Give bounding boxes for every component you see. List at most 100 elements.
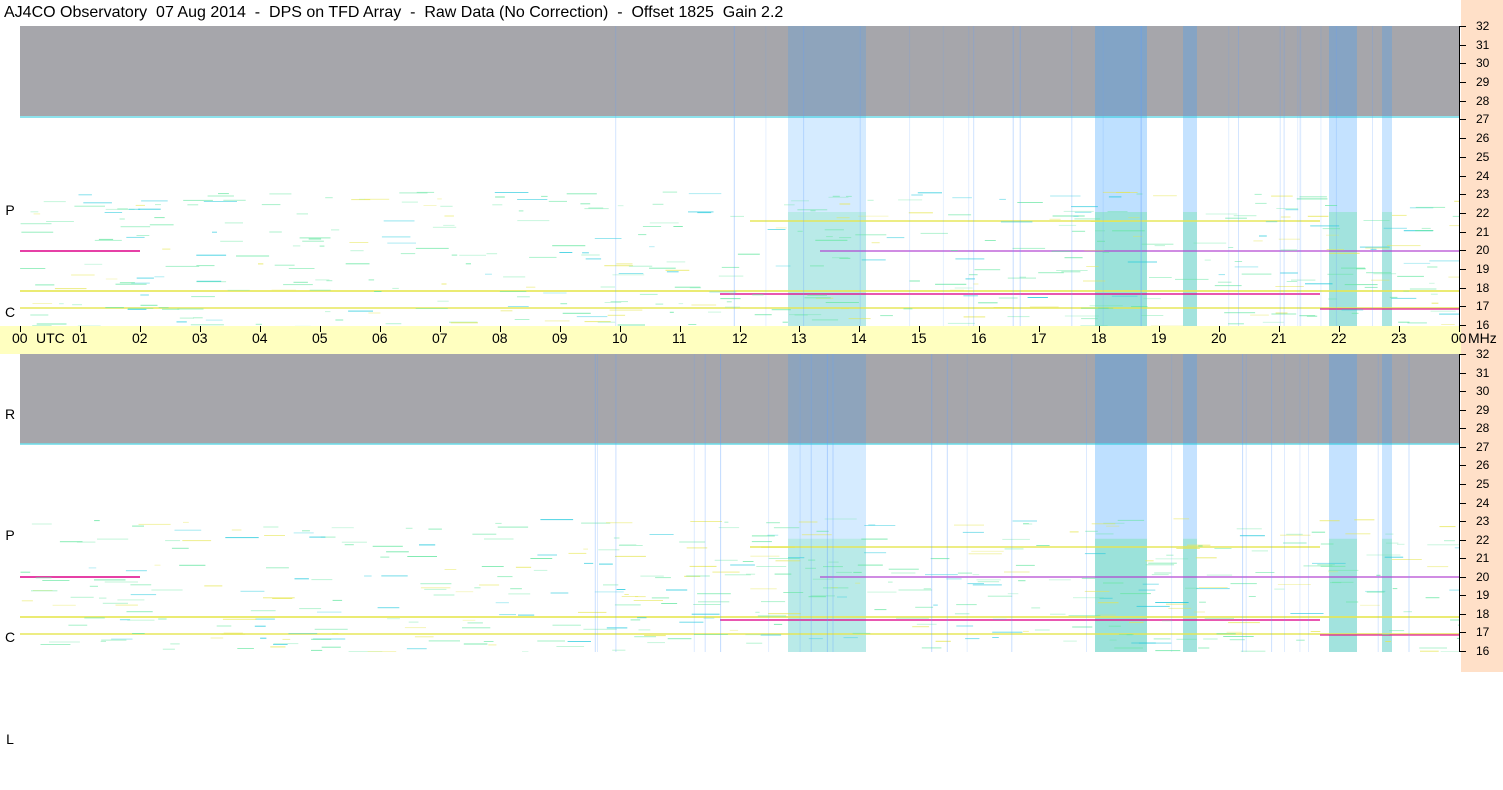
utc-label: UTC [36,330,65,346]
noise-speckle [402,202,418,203]
noise-speckle [204,585,222,586]
noise-speckle [346,263,370,264]
noise-speckle [84,617,105,618]
noise-speckle [162,249,170,250]
noise-speckle [1036,545,1049,546]
noise-speckle [1441,324,1455,325]
noise-speckle [416,248,449,249]
noise-speckle [917,624,937,625]
noise-speckle [1149,277,1172,278]
noise-speckle [1198,546,1202,547]
noise-speckle [223,200,245,201]
noise-speckle [1278,584,1311,585]
freq-tick [1460,484,1466,485]
noise-speckle [1285,209,1298,210]
emission-line [20,443,1459,445]
noise-speckle [583,629,616,630]
noise-speckle [206,320,223,321]
noise-speckle [380,557,389,558]
noise-speckle [1250,315,1269,316]
freq-tick [1460,632,1466,633]
noise-speckle [858,565,883,566]
pol-letter: C [0,295,20,329]
noise-spike [1409,354,1410,652]
noise-speckle [1266,221,1277,222]
noise-speckle [472,534,496,535]
noise-spike [1378,354,1379,652]
noise-speckle [788,557,804,558]
noise-speckle [756,566,786,567]
time-tick-label: 14 [851,330,867,346]
noise-speckle [31,590,57,591]
noise-speckle [1390,297,1398,298]
noise-speckle [22,600,33,601]
noise-speckle [909,212,933,213]
noise-speckle [761,547,795,548]
noise-speckle [342,542,367,543]
noise-speckle [791,200,809,201]
noise-speckle [1354,519,1374,520]
noise-speckle [495,523,501,524]
noise-speckle [132,633,145,634]
noise-speckle [1223,636,1254,637]
noise-speckle [839,258,850,259]
noise-speckle [1276,208,1298,209]
noise-speckle [462,627,490,628]
noise-speckle [191,296,215,297]
noise-speckle [1367,592,1385,593]
noise-speckle [1276,313,1288,314]
noise-speckle [1404,263,1431,264]
noise-spike [803,26,804,326]
freq-tick-label: 18 [1476,281,1489,295]
noise-speckle [515,319,530,320]
noise-speckle [994,307,1012,308]
noise-speckle [1325,205,1337,206]
noise-speckle [1271,196,1293,197]
noise-speckle [116,284,147,285]
noise-speckle [177,321,187,322]
noise-speckle [127,611,153,612]
noise-speckle [612,650,625,651]
noise-speckle [41,644,71,645]
noise-speckle [255,626,266,627]
noise-speckle [492,204,502,205]
noise-speckle [165,540,180,541]
frequency-axis-top: 3231302928272625242322212019181716 [1458,26,1503,326]
noise-speckle [1364,220,1390,221]
noise-speckle [241,591,265,592]
noise-speckle [258,263,263,264]
noise-speckle [420,583,451,584]
noise-speckle [105,307,124,308]
noise-speckle [1023,523,1029,524]
noise-spike [694,354,695,652]
noise-speckle [177,309,203,310]
noise-speckle [224,633,243,634]
noise-speckle [1194,243,1227,244]
noise-speckle [553,625,581,626]
noise-speckle [42,580,69,581]
freq-tick-label: 30 [1476,384,1489,398]
noise-speckle [83,202,112,203]
noise-speckle [302,530,310,531]
noise-spike [595,354,596,652]
noise-speckle [1253,240,1262,241]
noise-speckle [1085,553,1106,554]
noise-spike [931,354,932,652]
noise-speckle [208,196,234,197]
noise-speckle [841,308,850,309]
freq-tick [1460,465,1466,466]
noise-speckle [861,539,887,540]
noise-speckle [437,198,442,199]
noise-speckle [71,597,94,598]
noise-speckle [529,257,556,258]
noise-spike [615,26,616,326]
noise-spike [765,26,766,326]
noise-speckle [1310,225,1339,226]
noise-speckle [846,196,852,197]
background-haze [20,26,1459,116]
noise-speckle [1373,273,1396,274]
freq-tick [1460,373,1466,374]
noise-speckle [1013,248,1046,249]
noise-speckle [1098,602,1119,603]
noise-speckle [1231,583,1257,584]
